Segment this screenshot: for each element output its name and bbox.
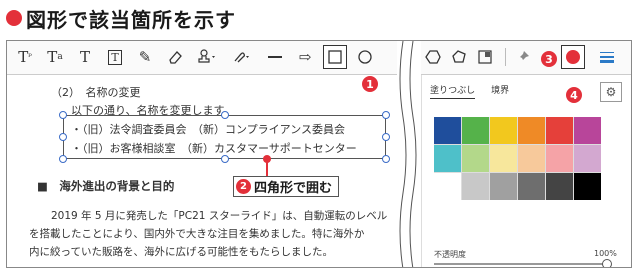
polygon-tool-icon[interactable] xyxy=(421,45,445,69)
tab-border[interactable]: 境界 xyxy=(491,83,509,99)
color-swatch[interactable] xyxy=(434,173,461,200)
resize-handle[interactable] xyxy=(382,133,390,141)
arrow-tool-icon[interactable]: ⇨ xyxy=(293,45,317,69)
color-swatch[interactable] xyxy=(518,117,545,144)
color-swatch[interactable] xyxy=(462,173,489,200)
callout-leader xyxy=(266,162,268,176)
annotation-toolbar: Tᵖ Ta T T ✎ ⇨ xyxy=(7,41,631,75)
step-badge-2: 2 xyxy=(236,179,251,194)
color-swatch[interactable] xyxy=(434,117,461,144)
measure-tool-icon[interactable] xyxy=(473,45,497,69)
cloud-tool-icon[interactable] xyxy=(447,45,471,69)
color-swatch[interactable] xyxy=(434,145,461,172)
color-swatch[interactable] xyxy=(490,173,517,200)
heading-text: 図形で該当箇所を示す xyxy=(26,7,236,32)
tab-fill[interactable]: 塗りつぶし xyxy=(430,83,476,99)
color-swatch-grid xyxy=(434,117,601,200)
resize-handle[interactable] xyxy=(382,155,390,163)
color-swatch[interactable] xyxy=(490,117,517,144)
line-tool-icon[interactable] xyxy=(263,45,287,69)
resize-handle[interactable] xyxy=(382,111,390,119)
rectangle-tool-icon[interactable] xyxy=(323,45,347,69)
stamp-tool-icon[interactable] xyxy=(195,45,219,69)
resize-handle[interactable] xyxy=(59,155,67,163)
body-text: 2019 年 5 月に発売した「PC21 スターライド」は、自動運転のレベル xyxy=(51,210,388,222)
color-swatch[interactable] xyxy=(546,117,573,144)
pin-tool-icon[interactable] xyxy=(511,45,535,69)
color-panel: 塗りつぶし 境界 ⚙ 不透明度 100% xyxy=(421,75,631,267)
color-swatch[interactable] xyxy=(462,145,489,172)
step-badge-3: 3 xyxy=(541,51,557,67)
callout-box: 2 四角形で囲む xyxy=(233,176,340,197)
step-badge-4: 4 xyxy=(566,87,582,103)
section-heading: ■ 海外進出の背景と目的 xyxy=(37,179,175,193)
color-swatch[interactable] xyxy=(546,145,573,172)
body-text: 内に絞っていた販路を、海外に広げる可能性をもたらしました。 xyxy=(29,246,333,258)
ellipse-tool-icon[interactable] xyxy=(353,45,377,69)
callout-text: 四角形で囲む xyxy=(254,181,333,196)
app-window: Tᵖ Ta T T ✎ ⇨ 1 3 4 （2） 名称の変更 以下の通り、名称を変… xyxy=(6,40,632,268)
attach-tool-icon[interactable] xyxy=(229,45,253,69)
color-swatch[interactable] xyxy=(490,145,517,172)
opacity-label: 不透明度 xyxy=(434,250,466,259)
body-text: を搭載したことにより、国内外で大きな注目を集めました。特に海外か xyxy=(29,228,365,240)
text-tool-icon[interactable]: T xyxy=(73,45,97,69)
color-picker-button[interactable] xyxy=(561,45,585,69)
color-swatch[interactable] xyxy=(574,145,601,172)
gear-icon[interactable]: ⚙ xyxy=(600,82,622,102)
color-swatch[interactable] xyxy=(518,145,545,172)
section-heading: （2） 名称の変更 xyxy=(51,86,141,99)
resize-handle[interactable] xyxy=(221,155,229,163)
pencil-tool-icon[interactable]: ✎ xyxy=(133,45,157,69)
step-badge-1: 1 xyxy=(362,76,378,92)
page-heading: 図形で該当箇所を示す xyxy=(6,3,236,33)
resize-handle[interactable] xyxy=(59,111,67,119)
heading-bullet xyxy=(6,10,22,26)
panel-tabs: 塗りつぶし 境界 xyxy=(430,83,509,99)
color-swatch[interactable] xyxy=(546,173,573,200)
color-swatch[interactable] xyxy=(574,173,601,200)
color-swatch[interactable] xyxy=(518,173,545,200)
color-swatch[interactable] xyxy=(574,117,601,144)
line-width-icon[interactable] xyxy=(595,45,619,69)
resize-handle[interactable] xyxy=(221,111,229,119)
text-strike-tool-icon[interactable]: Ta xyxy=(43,45,67,69)
color-swatch[interactable] xyxy=(462,117,489,144)
eraser-tool-icon[interactable] xyxy=(163,45,187,69)
document-body: （2） 名称の変更 以下の通り、名称を変更します。 ・（旧）法令調査委員会 （新… xyxy=(7,76,397,267)
opacity-slider-knob[interactable] xyxy=(602,259,612,267)
resize-handle[interactable] xyxy=(59,133,67,141)
opacity-value: 100% xyxy=(594,249,617,258)
drawn-rectangle[interactable] xyxy=(63,115,386,159)
text-box-tool-icon[interactable]: Tᵖ xyxy=(13,45,37,69)
cut-divider xyxy=(397,41,421,267)
opacity-slider-track[interactable] xyxy=(434,263,608,265)
text-frame-tool-icon[interactable]: T xyxy=(103,45,127,69)
